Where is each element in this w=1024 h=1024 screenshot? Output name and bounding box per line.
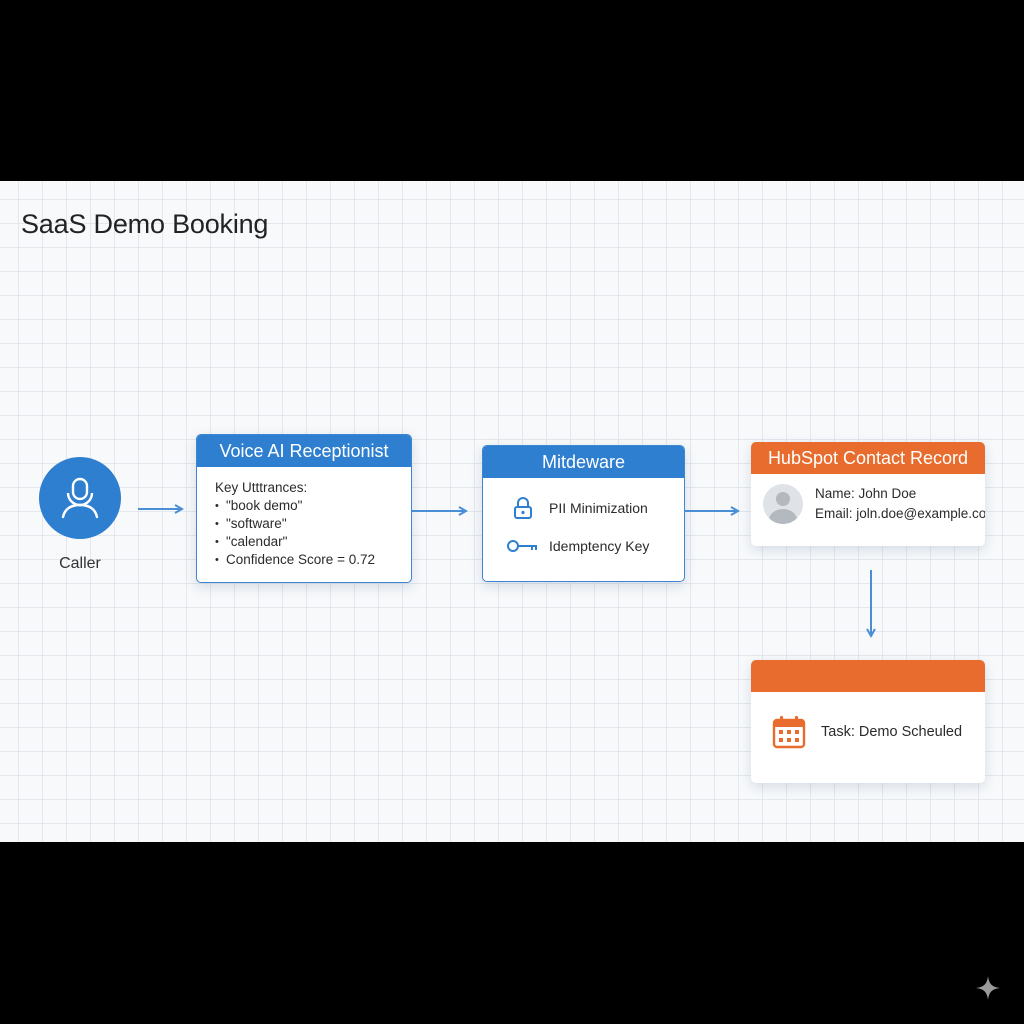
sparkle-icon — [976, 976, 1000, 1000]
page: SaaS Demo Booking Caller Voice AI Recept… — [0, 0, 1024, 1024]
connector-arrows — [138, 181, 1024, 842]
diagram-canvas: SaaS Demo Booking Caller Voice AI Recept… — [0, 181, 1024, 842]
